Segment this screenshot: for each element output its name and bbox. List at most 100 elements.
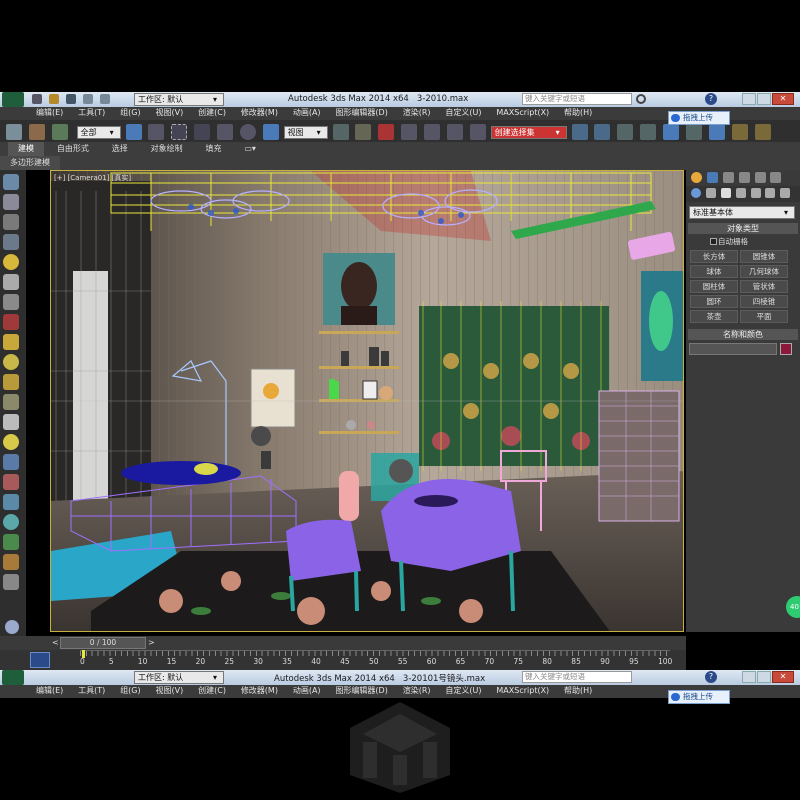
left-tool-13-icon[interactable] bbox=[3, 414, 19, 430]
maximize-button[interactable] bbox=[757, 93, 771, 105]
bottom-search-input[interactable]: 键入关键字或短语 bbox=[522, 671, 632, 683]
select-by-name-icon[interactable] bbox=[148, 124, 165, 140]
material-editor-icon[interactable] bbox=[708, 124, 725, 140]
link-icon[interactable] bbox=[6, 124, 22, 140]
geometry-icon[interactable] bbox=[691, 188, 701, 198]
bottom-menu-group[interactable]: 组(G) bbox=[114, 685, 146, 697]
prev-frame-icon[interactable]: < bbox=[52, 638, 59, 647]
save-file-icon[interactable] bbox=[65, 94, 76, 104]
angle-snap-icon[interactable] bbox=[424, 124, 440, 140]
workspace-select[interactable]: 工作区: 默认 ▾ bbox=[134, 93, 224, 106]
primitive-type-select[interactable]: 标准基本体 ▾ bbox=[689, 206, 795, 219]
viewport-nav-sphere-icon[interactable] bbox=[5, 620, 19, 634]
bottom-menu-create[interactable]: 创建(C) bbox=[192, 685, 232, 697]
tube-button[interactable]: 管状体 bbox=[740, 280, 788, 293]
menu-edit[interactable]: 编辑(E) bbox=[30, 107, 69, 119]
geosphere-button[interactable]: 几何球体 bbox=[740, 265, 788, 278]
left-tool-3-icon[interactable] bbox=[3, 214, 19, 230]
schematic-view-icon[interactable] bbox=[685, 124, 702, 140]
ribbon-tab-modeling[interactable]: 建模 bbox=[8, 142, 44, 156]
open-file-icon[interactable] bbox=[48, 94, 59, 104]
shapes-icon[interactable] bbox=[705, 188, 716, 198]
menu-animation[interactable]: 动画(A) bbox=[287, 107, 327, 119]
bottom-menu-help[interactable]: 帮助(H) bbox=[558, 685, 598, 697]
cone-button[interactable]: 圆锥体 bbox=[740, 250, 788, 263]
left-tool-14-icon[interactable] bbox=[3, 434, 19, 450]
systems-icon[interactable] bbox=[780, 188, 791, 198]
curve-editor-icon[interactable] bbox=[663, 124, 679, 140]
bottom-minimize-button[interactable] bbox=[742, 671, 756, 683]
autogrid-row[interactable]: 自动栅格 bbox=[686, 234, 800, 248]
ribbon-tab-freeform[interactable]: 自由形式 bbox=[47, 142, 99, 156]
torus-button[interactable]: 圆环 bbox=[690, 295, 738, 308]
pivot-icon[interactable] bbox=[332, 124, 349, 140]
box-button[interactable]: 长方体 bbox=[690, 250, 738, 263]
left-tool-20-icon[interactable] bbox=[3, 554, 19, 570]
spinner-snap-icon[interactable] bbox=[469, 124, 486, 140]
name-color-rollout[interactable]: 名称和颜色 bbox=[688, 329, 798, 340]
mirror-icon[interactable] bbox=[571, 124, 588, 140]
light-bulb-icon[interactable] bbox=[3, 254, 19, 270]
mini-curve-editor-icon[interactable] bbox=[30, 652, 50, 668]
percent-snap-icon[interactable] bbox=[446, 124, 463, 140]
create-tab-icon[interactable] bbox=[691, 172, 702, 183]
bottom-menu-maxscript[interactable]: MAXScript(X) bbox=[490, 685, 555, 697]
helpers-icon[interactable] bbox=[750, 188, 761, 198]
bottom-menu-tools[interactable]: 工具(T) bbox=[72, 685, 111, 697]
next-frame-icon[interactable]: > bbox=[148, 638, 155, 647]
plane-button[interactable]: 平面 bbox=[740, 310, 788, 323]
bind-space-warp-icon[interactable] bbox=[51, 124, 68, 140]
pyramid-button[interactable]: 四棱锥 bbox=[740, 295, 788, 308]
ribbon-tab-object-paint[interactable]: 对象绘制 bbox=[141, 142, 193, 156]
bottom-menu-edit[interactable]: 编辑(E) bbox=[30, 685, 69, 697]
menu-customize[interactable]: 自定义(U) bbox=[439, 107, 487, 119]
select-manipulate-icon[interactable] bbox=[355, 124, 372, 140]
help-icon[interactable]: ? bbox=[705, 93, 717, 105]
bottom-app-logo-icon[interactable] bbox=[2, 670, 24, 685]
window-crossing-icon[interactable] bbox=[194, 124, 211, 140]
unlink-icon[interactable] bbox=[28, 124, 45, 140]
render-setup-icon[interactable] bbox=[731, 124, 748, 140]
close-button[interactable]: ✕ bbox=[772, 93, 794, 105]
rotate-icon[interactable] bbox=[239, 124, 256, 140]
align-icon[interactable] bbox=[594, 124, 611, 140]
menu-group[interactable]: 组(G) bbox=[114, 107, 146, 119]
left-tool-17-icon[interactable] bbox=[3, 494, 19, 510]
viewport-label[interactable]: [+] [Camera01] [真实] bbox=[54, 173, 131, 183]
rect-region-icon[interactable] bbox=[171, 124, 188, 140]
frame-counter[interactable]: 0 / 100 bbox=[60, 637, 146, 649]
menu-create[interactable]: 创建(C) bbox=[192, 107, 232, 119]
bottom-cloud-upload-button[interactable]: 拖拽上传 bbox=[668, 690, 730, 704]
reference-coord-select[interactable]: 视图 ▾ bbox=[283, 125, 328, 139]
search-icon[interactable] bbox=[636, 94, 646, 104]
bottom-menu-views[interactable]: 视图(V) bbox=[150, 685, 190, 697]
bottom-maximize-button[interactable] bbox=[757, 671, 771, 683]
left-tool-4-icon[interactable] bbox=[3, 234, 19, 250]
ribbon-tab-selection[interactable]: 选择 bbox=[102, 142, 138, 156]
left-tool-1-icon[interactable] bbox=[3, 174, 19, 190]
sphere-button[interactable]: 球体 bbox=[690, 265, 738, 278]
left-tool-18-icon[interactable] bbox=[3, 514, 19, 530]
left-tool-9-icon[interactable] bbox=[3, 334, 19, 350]
render-icon[interactable] bbox=[754, 124, 771, 140]
menu-maxscript[interactable]: MAXScript(X) bbox=[490, 107, 555, 119]
new-file-icon[interactable] bbox=[32, 94, 42, 104]
cloud-upload-button[interactable]: 拖拽上传 bbox=[668, 111, 730, 125]
bottom-menu-rendering[interactable]: 渲染(R) bbox=[397, 685, 437, 697]
left-tool-16-icon[interactable] bbox=[3, 474, 19, 490]
selection-filter-select[interactable]: 全部 ▾ bbox=[76, 125, 121, 139]
bottom-menu-graph-editors[interactable]: 图形编辑器(D) bbox=[329, 685, 393, 697]
app-logo-icon[interactable] bbox=[2, 92, 24, 107]
menu-graph-editors[interactable]: 图形编辑器(D) bbox=[329, 107, 393, 119]
menu-modifiers[interactable]: 修改器(M) bbox=[235, 107, 284, 119]
select-object-icon[interactable] bbox=[125, 124, 142, 140]
left-tool-6-icon[interactable] bbox=[3, 274, 19, 290]
move-icon[interactable] bbox=[217, 124, 233, 140]
left-tool-10-icon[interactable] bbox=[3, 354, 19, 370]
snap-toggle-icon[interactable] bbox=[401, 124, 418, 140]
autogrid-checkbox[interactable] bbox=[710, 238, 717, 245]
bottom-close-button[interactable]: ✕ bbox=[772, 671, 794, 683]
menu-help[interactable]: 帮助(H) bbox=[558, 107, 598, 119]
space-warps-icon[interactable] bbox=[765, 188, 776, 198]
cylinder-button[interactable]: 圆柱体 bbox=[690, 280, 738, 293]
